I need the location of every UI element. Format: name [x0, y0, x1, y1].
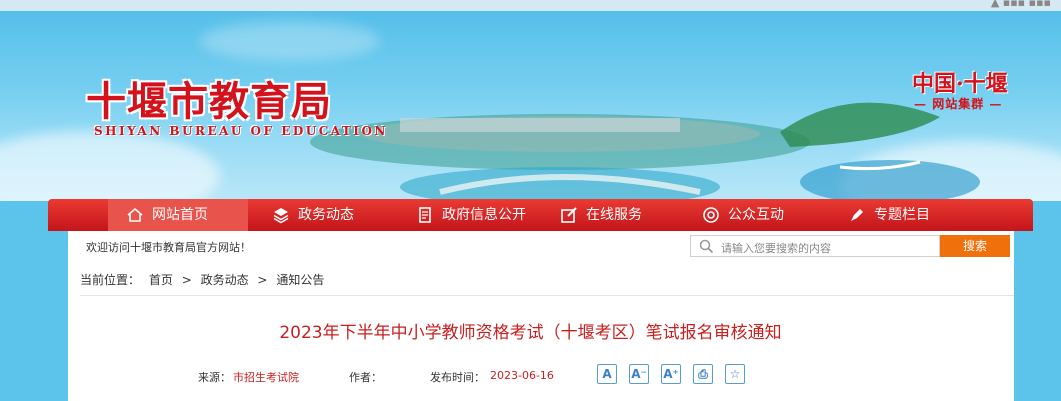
font-increase-icon[interactable]: A⁺: [661, 364, 681, 384]
date-label: 发布时间：: [430, 371, 485, 384]
nav-item-news[interactable]: 政务动态: [272, 199, 354, 231]
pen-icon: [851, 209, 863, 221]
search-input[interactable]: 请输入您要搜索的内容: [690, 235, 940, 257]
site-subtitle: SHIYAN BUREAU OF EDUCATION: [94, 124, 388, 138]
font-default-icon[interactable]: A: [597, 364, 617, 384]
nav-label: 网站首页: [152, 207, 208, 223]
home-icon: [127, 207, 143, 222]
source-label: 来源：: [198, 371, 231, 384]
breadcrumb-home[interactable]: 首页: [149, 273, 173, 287]
edit-icon: [561, 207, 577, 223]
search-button[interactable]: 搜索: [940, 235, 1010, 257]
chat-icon: [703, 207, 719, 223]
welcome-text: 欢迎访问十堰市教育局官方网站！: [86, 241, 251, 254]
search-placeholder: 请输入您要搜索的内容: [721, 242, 831, 255]
divider: [80, 295, 1014, 296]
site-title: 十堰市教育局: [86, 78, 332, 125]
print-icon[interactable]: ⎙: [693, 364, 713, 384]
source-value: 市招生考试院: [233, 371, 299, 384]
breadcrumb-separator: >: [257, 273, 268, 287]
font-decrease-icon[interactable]: A⁻: [629, 364, 649, 384]
nav-label: 政务动态: [298, 207, 354, 223]
nav-item-special-topics[interactable]: 专题栏目: [848, 199, 930, 231]
publish-date: 2023-06-16: [490, 369, 554, 382]
article-title: 2023年下半年中小学教师资格考试（十堰考区）笔试报名审核通知: [279, 323, 782, 343]
nav-item-home[interactable]: 网站首页: [108, 199, 248, 231]
author-label: 作者：: [349, 371, 382, 384]
nav-item-gov-info[interactable]: 政府信息公开: [416, 199, 526, 231]
site-group-title[interactable]: 中国·十堰: [912, 66, 1008, 98]
top-links-fragment: ▲ ▪▪▪ ▪▪▪: [990, 0, 1051, 9]
layers-icon: [273, 208, 289, 224]
site-group-subtitle[interactable]: — 网站集群 —: [914, 95, 1002, 112]
breadcrumb-prefix: 当前位置：: [80, 273, 141, 287]
nav-label: 专题栏目: [874, 207, 930, 223]
main-nav: 网站首页 政务动态 政府信息公开 在线服务 公众互动 专题栏目: [48, 199, 1033, 231]
document-icon: [419, 207, 431, 223]
favorite-icon[interactable]: ☆: [725, 364, 745, 384]
nav-item-interaction[interactable]: 公众互动: [702, 199, 784, 231]
search-icon: [699, 239, 714, 254]
breadcrumb: 当前位置： 首页 > 政务动态 > 通知公告: [80, 271, 329, 288]
breadcrumb-news[interactable]: 政务动态: [201, 273, 249, 287]
breadcrumb-separator: >: [181, 273, 192, 287]
nav-label: 在线服务: [586, 207, 642, 223]
breadcrumb-notices[interactable]: 通知公告: [276, 273, 324, 287]
nav-item-online-service[interactable]: 在线服务: [560, 199, 642, 231]
nav-label: 政府信息公开: [442, 207, 526, 223]
site-banner: 十堰市教育局 SHIYAN BUREAU OF EDUCATION 中国·十堰 …: [0, 11, 1061, 201]
nav-label: 公众互动: [728, 207, 784, 223]
